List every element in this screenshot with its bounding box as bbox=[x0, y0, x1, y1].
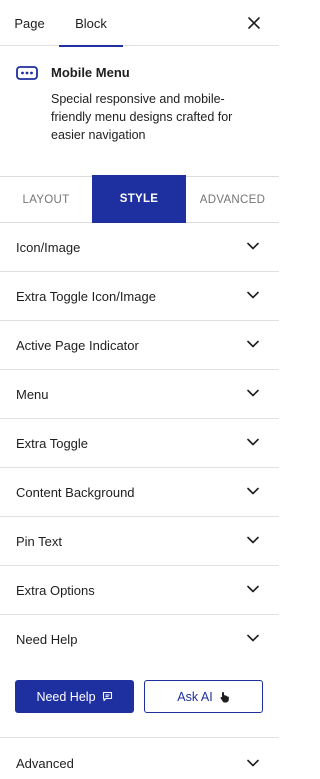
tab-style[interactable]: STYLE bbox=[92, 175, 186, 223]
chevron-down-icon bbox=[247, 291, 259, 299]
chevron-down-icon bbox=[247, 389, 259, 397]
ask-ai-button[interactable]: Ask AI bbox=[144, 680, 263, 713]
tab-block[interactable]: Block bbox=[59, 0, 123, 47]
panel-active-page-indicator[interactable]: Active Page Indicator bbox=[0, 321, 279, 370]
need-help-button[interactable]: Need Help bbox=[15, 680, 134, 713]
panel-extra-toggle[interactable]: Extra Toggle bbox=[0, 419, 279, 468]
panel-icon-image[interactable]: Icon/Image bbox=[0, 223, 279, 272]
menu-dots-icon bbox=[16, 66, 38, 80]
panel-advanced[interactable]: Advanced bbox=[0, 738, 279, 779]
chevron-down-icon bbox=[247, 340, 259, 348]
panel-label: Extra Toggle bbox=[16, 435, 89, 451]
panel-label: Icon/Image bbox=[16, 239, 81, 255]
hand-pointer-icon bbox=[219, 691, 230, 703]
tab-advanced[interactable]: ADVANCED bbox=[186, 177, 279, 223]
panel-extra-options[interactable]: Extra Options bbox=[0, 566, 279, 615]
panel-need-help[interactable]: Need Help bbox=[0, 615, 279, 664]
chevron-down-icon bbox=[247, 536, 259, 544]
panel-label: Extra Toggle Icon/Image bbox=[16, 288, 156, 304]
need-help-label: Need Help bbox=[36, 689, 96, 704]
chevron-down-icon bbox=[247, 759, 259, 767]
inspector-tabs: LAYOUT STYLE ADVANCED bbox=[0, 175, 279, 223]
block-description: Special responsive and mobile-friendly m… bbox=[51, 92, 233, 142]
panel-pin-text[interactable]: Pin Text bbox=[0, 517, 279, 566]
panel-label: Extra Options bbox=[16, 582, 95, 598]
chevron-down-icon bbox=[247, 242, 259, 250]
close-icon[interactable] bbox=[243, 12, 265, 34]
chevron-down-icon bbox=[247, 438, 259, 446]
tab-layout[interactable]: LAYOUT bbox=[0, 177, 92, 223]
chevron-down-icon bbox=[247, 585, 259, 593]
panel-label: Need Help bbox=[16, 631, 78, 647]
panel-content-background[interactable]: Content Background bbox=[0, 468, 279, 517]
block-title: Mobile Menu bbox=[51, 65, 130, 80]
chat-icon bbox=[102, 691, 113, 702]
panel-extra-toggle-icon-image[interactable]: Extra Toggle Icon/Image bbox=[0, 272, 279, 321]
tab-page[interactable]: Page bbox=[0, 0, 59, 46]
panel-label: Pin Text bbox=[16, 533, 63, 549]
panel-label: Advanced bbox=[16, 755, 74, 771]
chevron-down-icon bbox=[247, 487, 259, 495]
panel-label: Active Page Indicator bbox=[16, 337, 139, 353]
ask-ai-label: Ask AI bbox=[177, 689, 213, 704]
panel-label: Menu bbox=[16, 386, 49, 402]
block-card: Mobile Menu Special responsive and mobil… bbox=[0, 46, 279, 176]
panel-label: Content Background bbox=[16, 484, 135, 500]
panel-menu[interactable]: Menu bbox=[0, 370, 279, 419]
chevron-down-icon bbox=[247, 634, 259, 642]
sidebar-tabs: Page Block bbox=[0, 0, 279, 47]
